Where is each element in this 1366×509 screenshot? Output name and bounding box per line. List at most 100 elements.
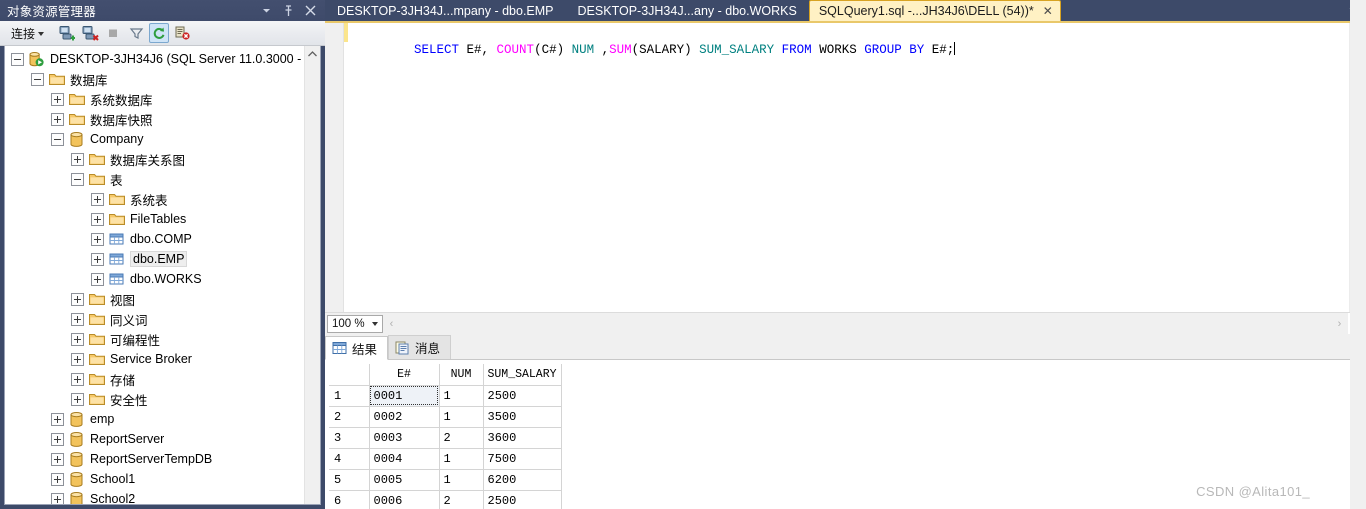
grid-cell[interactable]: 3600: [482, 426, 562, 449]
tree-node[interactable]: School1: [5, 469, 304, 489]
collapse-icon[interactable]: [31, 72, 44, 86]
expand-icon[interactable]: [71, 312, 84, 326]
expand-icon[interactable]: [91, 252, 104, 266]
tree-node[interactable]: 视图: [5, 289, 304, 309]
collapse-icon[interactable]: [11, 52, 24, 66]
expand-icon[interactable]: [91, 232, 104, 246]
grid-cell[interactable]: 1: [438, 405, 484, 428]
tree-node[interactable]: 数据库: [5, 69, 304, 89]
refresh-icon[interactable]: [149, 23, 170, 43]
expand-icon[interactable]: [71, 352, 84, 366]
tree-node[interactable]: dbo.EMP: [5, 249, 304, 269]
grid-row-number[interactable]: 2: [329, 405, 370, 428]
document-tab[interactable]: DESKTOP-3JH34J...any - dbo.WORKS: [566, 0, 809, 21]
tree-node[interactable]: 存储: [5, 369, 304, 389]
script-stop-icon[interactable]: [172, 23, 192, 43]
expand-icon[interactable]: [71, 292, 84, 306]
tree-node[interactable]: dbo.COMP: [5, 229, 304, 249]
scroll-up-icon[interactable]: [305, 46, 320, 62]
tree-node[interactable]: ReportServer: [5, 429, 304, 449]
grid-row-number[interactable]: 5: [329, 468, 370, 491]
expand-icon[interactable]: [71, 372, 84, 386]
grid-cell[interactable]: 0003: [368, 426, 440, 449]
expand-icon[interactable]: [71, 392, 84, 406]
grid-cell[interactable]: 3500: [482, 405, 562, 428]
expand-icon[interactable]: [51, 452, 64, 466]
filter-icon[interactable]: [126, 23, 146, 43]
expand-icon[interactable]: [51, 472, 64, 486]
sql-editor-code[interactable]: SELECT E#, COUNT(C#) NUM ,SUM(SALARY) SU…: [348, 23, 1349, 312]
expand-icon[interactable]: [91, 192, 104, 206]
connect-button[interactable]: 连接: [8, 24, 47, 43]
grid-cell[interactable]: 0002: [368, 405, 440, 428]
results-grid-body[interactable]: 1 0001 1 2500 2 0002 1 3500 3 0003 2 3600 4 0004 1 7500…: [329, 384, 562, 509]
expand-icon[interactable]: [71, 332, 84, 346]
grid-corner-header[interactable]: [329, 364, 370, 386]
hscroll-track[interactable]: [400, 313, 1331, 334]
tree-node[interactable]: Service Broker: [5, 349, 304, 369]
collapse-icon[interactable]: [51, 132, 64, 146]
table-row[interactable]: 4 0004 1 7500: [329, 447, 562, 470]
tree-node[interactable]: Company: [5, 129, 304, 149]
connect-icon[interactable]: [57, 23, 77, 43]
grid-row-number[interactable]: 6: [329, 489, 370, 509]
document-tab[interactable]: DESKTOP-3JH34J...mpany - dbo.EMP: [325, 0, 566, 21]
close-icon[interactable]: ✕: [1043, 4, 1053, 18]
results-grid-container[interactable]: E# NUM SUM_SALARY 1 0001 1 2500 2 0002 1 3500 3 000…: [325, 360, 1366, 509]
table-row[interactable]: 2 0002 1 3500: [329, 405, 562, 428]
hscroll-left-icon[interactable]: ‹: [383, 313, 400, 334]
grid-cell[interactable]: 2: [438, 426, 484, 449]
tree-node[interactable]: 同义词: [5, 309, 304, 329]
results-grid[interactable]: E# NUM SUM_SALARY 1 0001 1 2500 2 0002 1 3500 3 000…: [329, 364, 562, 509]
expand-icon[interactable]: [51, 112, 64, 126]
dropdown-icon[interactable]: [260, 5, 272, 17]
expand-icon[interactable]: [51, 492, 64, 504]
expand-icon[interactable]: [51, 432, 64, 446]
pin-icon[interactable]: [282, 4, 294, 17]
tree-node[interactable]: FileTables: [5, 209, 304, 229]
table-row[interactable]: 3 0003 2 3600: [329, 426, 562, 449]
tree-node[interactable]: dbo.WORKS: [5, 269, 304, 289]
tree-node[interactable]: 系统表: [5, 189, 304, 209]
grid-column-header[interactable]: SUM_SALARY: [483, 364, 562, 386]
grid-cell[interactable]: 0001: [368, 384, 440, 407]
close-icon[interactable]: [304, 5, 316, 17]
grid-cell[interactable]: 2: [438, 489, 484, 509]
tree-node[interactable]: 数据库关系图: [5, 149, 304, 169]
expand-icon[interactable]: [91, 212, 104, 226]
tree-node[interactable]: 可编程性: [5, 329, 304, 349]
tree-node[interactable]: emp: [5, 409, 304, 429]
grid-cell[interactable]: 1: [438, 384, 484, 407]
grid-cell[interactable]: 2500: [482, 384, 562, 407]
hscroll-right-icon[interactable]: ›: [1331, 313, 1348, 334]
grid-cell[interactable]: 7500: [482, 447, 562, 470]
grid-cell[interactable]: 0005: [368, 468, 440, 491]
tree-node[interactable]: 系统数据库: [5, 89, 304, 109]
grid-row-number[interactable]: 3: [329, 426, 370, 449]
document-tab-active[interactable]: SQLQuery1.sql -...JH34J6\DELL (54))* ✕: [808, 0, 1061, 21]
zoom-level-select[interactable]: 100 %: [327, 314, 383, 333]
collapse-icon[interactable]: [71, 172, 84, 186]
grid-column-header[interactable]: E#: [369, 364, 440, 386]
tree-node[interactable]: ReportServerTempDB: [5, 449, 304, 469]
expand-icon[interactable]: [51, 92, 64, 106]
grid-cell[interactable]: 1: [438, 447, 484, 470]
tree-node[interactable]: 安全性: [5, 389, 304, 409]
grid-cell[interactable]: 0004: [368, 447, 440, 470]
object-explorer-scrollbar[interactable]: [304, 46, 320, 504]
disconnect-icon[interactable]: [80, 23, 100, 43]
expand-icon[interactable]: [51, 412, 64, 426]
grid-row-number[interactable]: 4: [329, 447, 370, 470]
results-scrollbar[interactable]: [1350, 0, 1366, 509]
scroll-track[interactable]: [305, 62, 320, 504]
table-row[interactable]: 6 0006 2 2500: [329, 489, 562, 509]
object-explorer-tree[interactable]: DESKTOP-3JH34J6 (SQL Server 11.0.3000 - 数…: [5, 46, 304, 504]
grid-cell[interactable]: 0006: [368, 489, 440, 509]
tree-node[interactable]: School2: [5, 489, 304, 504]
expand-icon[interactable]: [91, 272, 104, 286]
table-row[interactable]: 1 0001 1 2500: [329, 384, 562, 407]
results-tab[interactable]: 消息: [388, 335, 452, 359]
tree-node[interactable]: 数据库快照: [5, 109, 304, 129]
expand-icon[interactable]: [71, 152, 84, 166]
results-tab[interactable]: 结果: [325, 336, 389, 360]
